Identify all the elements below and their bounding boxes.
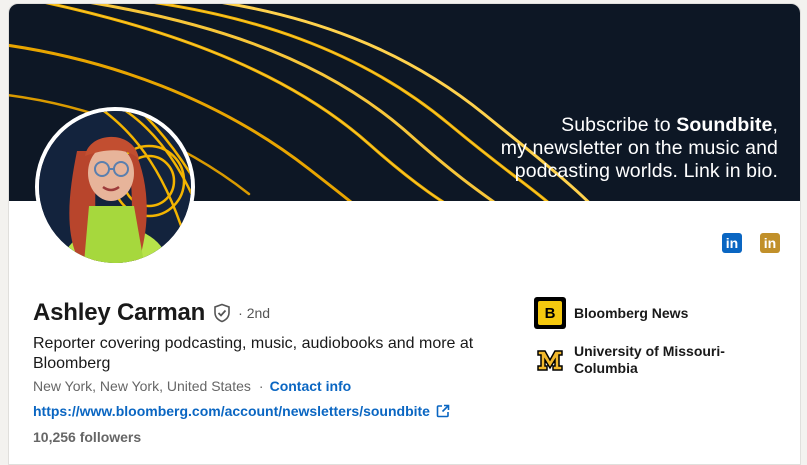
website-row: https://www.bloomberg.com/account/newsle… <box>33 403 450 419</box>
mizzou-m-icon <box>537 350 563 371</box>
mizzou-logo-icon <box>534 344 566 376</box>
website-link[interactable]: https://www.bloomberg.com/account/newsle… <box>33 403 430 419</box>
banner-line1-bold: Soundbite <box>676 114 773 136</box>
connection-degree: · 2nd <box>238 305 271 321</box>
location-row: New York, New York, United States · Cont… <box>33 378 351 394</box>
profile-photo[interactable] <box>35 107 195 267</box>
verified-shield-icon[interactable] <box>212 303 232 323</box>
profile-location: New York, New York, United States <box>33 378 251 394</box>
profile-headline: Reporter covering podcasting, music, aud… <box>33 335 474 372</box>
linkedin-icon[interactable]: in <box>722 233 742 253</box>
bloomberg-logo-letter: B <box>538 301 562 325</box>
banner-text: Subscribe to Soundbite, my newsletter on… <box>418 114 778 183</box>
org-university-of-missouri[interactable]: University of Missouri-Columbia <box>534 343 744 377</box>
banner-line3: podcasting worlds. Link in bio. <box>514 160 778 182</box>
location-separator: · <box>258 378 264 394</box>
name-row: Ashley Carman · 2nd <box>33 299 270 327</box>
org-name: University of Missouri-Columbia <box>574 343 725 376</box>
profile-photo-image <box>39 111 191 263</box>
header-icons: in in <box>722 233 780 253</box>
profile-name: Ashley Carman <box>33 299 206 326</box>
external-link-icon[interactable] <box>436 404 450 418</box>
bloomberg-logo-icon: B <box>534 297 566 329</box>
contact-info-link[interactable]: Contact info <box>270 378 352 394</box>
followers-count[interactable]: 10,256 followers <box>33 429 141 445</box>
org-bloomberg-news[interactable]: B Bloomberg News <box>534 297 688 329</box>
linkedin-gold-icon[interactable]: in <box>760 233 780 253</box>
profile-card: Subscribe to Soundbite, my newsletter on… <box>8 3 801 465</box>
org-name: Bloomberg News <box>574 304 689 321</box>
banner-line1-prefix: Subscribe to <box>561 114 677 136</box>
banner-line1-suffix: , <box>772 114 778 136</box>
banner-line2: my newsletter on the music and <box>500 137 778 159</box>
